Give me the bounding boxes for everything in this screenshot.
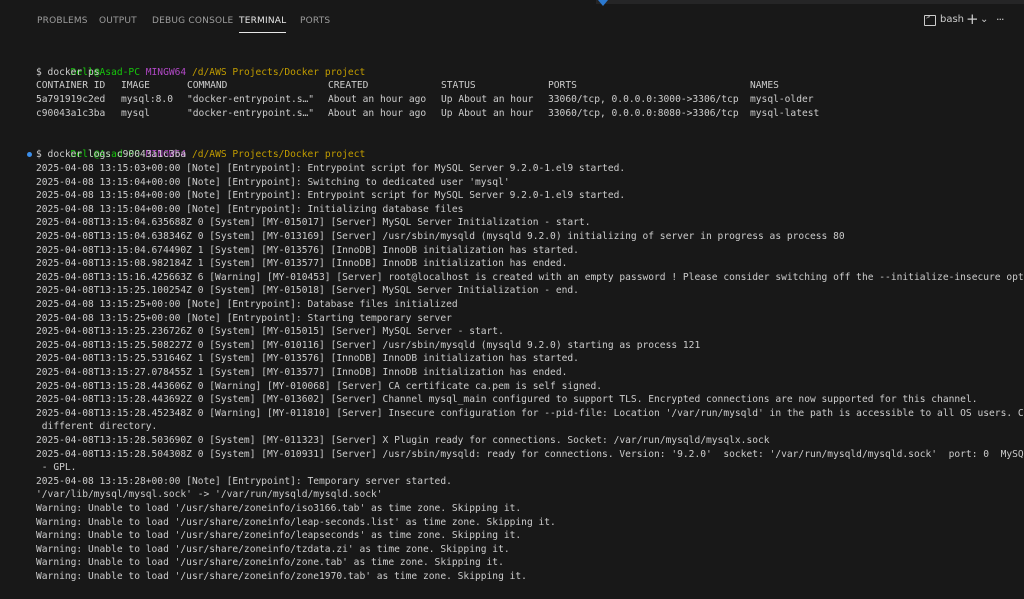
log-line: 2025-04-08 13:15:28+00:00 [Note] [Entryp… (36, 475, 452, 487)
ps-header-command: COMMAND (187, 80, 228, 91)
tab-output[interactable]: OUTPUT (99, 16, 137, 26)
command-marker-icon (27, 152, 32, 157)
tab-ports[interactable]: PORTS (300, 16, 330, 26)
log-line: 2025-04-08 13:15:03+00:00 [Note] [Entryp… (36, 163, 626, 174)
log-line: 2025-04-08T13:15:28.452348Z 0 [Warning] … (36, 407, 1024, 419)
log-line: 2025-04-08T13:15:28.504308Z 0 [System] [… (36, 448, 1024, 460)
ps-row-1-command: "docker-entrypoint.s…" (187, 94, 315, 105)
ps-header-names: NAMES (750, 80, 779, 91)
terminal-output[interactable]: Dell@Asad-PC MINGW64 /d/AWS Projects/Doc… (18, 48, 1024, 599)
ps-row-1-image: mysql:8.0 (121, 94, 173, 105)
activity-edge (0, 0, 18, 599)
command-line-2: $ docker logs c90043a1c3ba (36, 149, 187, 160)
log-line: 2025-04-08T13:15:04.635688Z 0 [System] [… (36, 217, 591, 229)
shell-label[interactable]: bash (940, 10, 964, 30)
prompt-path-2: /d/AWS Projects/Docker project (191, 148, 366, 160)
ps-header-created: CREATED (328, 80, 369, 91)
log-line: different directory. (36, 421, 158, 433)
log-line: 2025-04-08 13:15:04+00:00 [Note] [Entryp… (36, 176, 510, 188)
command-line: $ docker ps (36, 67, 100, 78)
log-line: 2025-04-08T13:15:16.425663Z 6 [Warning] … (36, 271, 1024, 283)
log-line: 2025-04-08T13:15:25.531646Z 1 [System] [… (36, 353, 579, 365)
ps-row-2-image: mysql (121, 108, 150, 119)
ps-header-status: STATUS (441, 80, 476, 91)
panel-header: PROBLEMS OUTPUT DEBUG CONSOLE TERMINAL P… (18, 0, 1024, 40)
log-line: '/var/lib/mysql/mysql.sock' -> '/var/run… (36, 489, 383, 501)
log-line: Warning: Unable to load '/usr/share/zone… (36, 557, 504, 569)
more-actions-icon[interactable]: ··· (996, 10, 1004, 30)
prompt-line: Dell@Asad-PC MINGW64 /d/AWS Projects/Doc… (36, 52, 366, 78)
log-line: 2025-04-08 13:15:25+00:00 [Note] [Entryp… (36, 312, 452, 324)
ps-row-2-name: mysql-latest (750, 108, 820, 119)
log-line: 2025-04-08T13:15:25.236726Z 0 [System] [… (36, 326, 504, 338)
log-line: 2025-04-08T13:15:08.982184Z 1 [System] [… (36, 258, 568, 270)
prompt-env: MINGW64 (145, 66, 187, 78)
terminal-actions: bash + ⌄ ··· (924, 10, 1024, 30)
log-line: - GPL. (36, 462, 77, 474)
log-line: 2025-04-08 13:15:04+00:00 [Note] [Entryp… (36, 203, 464, 215)
log-line: 2025-04-08T13:15:04.638346Z 0 [System] [… (36, 231, 845, 242)
log-line: 2025-04-08 13:15:25+00:00 [Note] [Entryp… (36, 299, 458, 310)
ps-header-image: IMAGE (121, 80, 150, 91)
log-line: 2025-04-08T13:15:28.503690Z 0 [System] [… (36, 435, 770, 446)
log-line: Warning: Unable to load '/usr/share/zone… (36, 516, 556, 528)
log-line: Warning: Unable to load '/usr/share/zone… (36, 503, 522, 514)
chevron-down-icon[interactable]: ⌄ (980, 10, 988, 30)
log-line: 2025-04-08T13:15:27.078455Z 1 [System] [… (36, 367, 568, 378)
ps-header-container-id: CONTAINER ID (36, 80, 106, 91)
log-line: Warning: Unable to load '/usr/share/zone… (36, 571, 527, 582)
ps-header-ports: PORTS (548, 80, 577, 91)
bottom-panel: PROBLEMS OUTPUT DEBUG CONSOLE TERMINAL P… (18, 0, 1024, 599)
ps-row-1-ports: 33060/tcp, 0.0.0.0:3000->3306/tcp (548, 94, 739, 105)
prompt-path: /d/AWS Projects/Docker project (191, 66, 366, 78)
ps-row-2-ports: 33060/tcp, 0.0.0.0:8080->3306/tcp (548, 108, 739, 119)
log-line: 2025-04-08T13:15:04.674490Z 1 [System] [… (36, 244, 579, 256)
ps-row-2-command: "docker-entrypoint.s…" (187, 108, 315, 119)
log-line: Warning: Unable to load '/usr/share/zone… (36, 543, 510, 555)
ps-row-1-status: Up About an hour (441, 94, 534, 105)
log-line: Warning: Unable to load '/usr/share/zone… (36, 530, 522, 542)
ps-row-2-created: About an hour ago (328, 108, 427, 119)
log-line: 2025-04-08T13:15:25.100254Z 0 [System] [… (36, 285, 579, 297)
ps-row-1-created: About an hour ago (328, 94, 427, 105)
tab-debug-console[interactable]: DEBUG CONSOLE (152, 16, 233, 26)
log-line: 2025-04-08T13:15:25.508227Z 0 [System] [… (36, 339, 701, 351)
ps-row-2-status: Up About an hour (441, 108, 534, 119)
add-terminal-button[interactable]: + (966, 10, 979, 30)
tab-problems[interactable]: PROBLEMS (37, 16, 88, 26)
ps-row-2-id: c90043a1c3ba (36, 108, 106, 119)
ps-row-1-id: 5a791919c2ed (36, 94, 106, 105)
prompt-line-2: Dell@Asad-PC MINGW64 /d/AWS Projects/Doc… (36, 134, 366, 160)
log-line: 2025-04-08T13:15:28.443692Z 0 [System] [… (36, 394, 978, 406)
tab-terminal[interactable]: TERMINAL (239, 16, 287, 33)
log-line: 2025-04-08 13:15:04+00:00 [Note] [Entryp… (36, 190, 626, 202)
ps-row-1-name: mysql-older (750, 94, 814, 105)
terminal-profile-icon[interactable] (924, 13, 936, 26)
log-line: 2025-04-08T13:15:28.443606Z 0 [Warning] … (36, 380, 603, 392)
